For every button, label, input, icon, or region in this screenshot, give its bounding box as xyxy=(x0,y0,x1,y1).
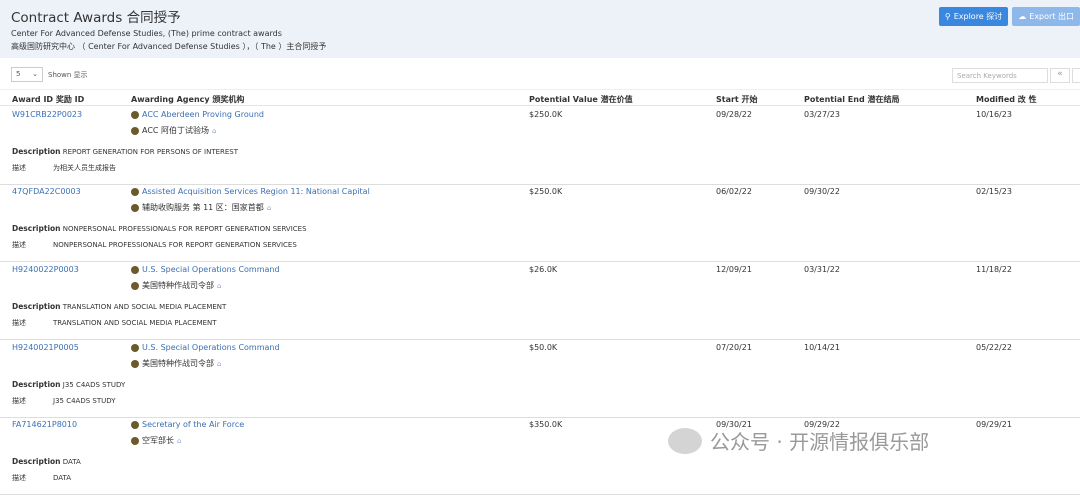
modified-date: 05/22/22 xyxy=(976,343,1012,352)
chevron-down-icon: ⌄ xyxy=(32,70,38,78)
org-chart-icon[interactable]: ⌂ xyxy=(177,437,181,445)
description-label: Description xyxy=(12,224,61,233)
award-id-link[interactable]: H9240022P0003 xyxy=(12,265,79,274)
subtitle-en: Center For Advanced Defense Studies, (Th… xyxy=(11,29,282,38)
col-agency[interactable]: Awarding Agency 颁奖机构 xyxy=(131,94,244,105)
modified-date: 11/18/22 xyxy=(976,265,1012,274)
agency-link[interactable]: U.S. Special Operations Command xyxy=(142,265,280,274)
agency-seal-icon xyxy=(131,265,139,274)
agency-seal-icon xyxy=(131,203,139,212)
wechat-icon xyxy=(668,427,702,454)
col-end[interactable]: Potential End 潜在结局 xyxy=(804,94,899,105)
description-label: Description xyxy=(12,302,61,311)
end-date: 10/14/21 xyxy=(804,343,840,352)
award-id-link[interactable]: FA714621P8010 xyxy=(12,420,77,429)
next-page-button[interactable]: » xyxy=(1072,68,1080,83)
description-label-zh: 描述 xyxy=(12,397,26,405)
start-date: 07/20/21 xyxy=(716,343,752,352)
table-row: H9240021P0005 U.S. Special Operations Co… xyxy=(0,340,1080,418)
modified-date: 02/15/23 xyxy=(976,187,1012,196)
agency-seal-icon xyxy=(131,187,139,196)
description-label: Description xyxy=(12,457,61,466)
col-value[interactable]: Potential Value 潜在价值 xyxy=(529,94,633,105)
agency-link[interactable]: U.S. Special Operations Command xyxy=(142,343,280,352)
end-date: 03/31/22 xyxy=(804,265,840,274)
potential-value: $250.0K xyxy=(529,187,563,196)
page-title: Contract Awards 合同授予 xyxy=(11,10,181,26)
table-header: Award ID 奖励 ID Awarding Agency 颁奖机构 Pote… xyxy=(0,89,1080,106)
org-chart-icon[interactable]: ⌂ xyxy=(267,204,271,212)
award-id-link[interactable]: 47QFDA22C0003 xyxy=(12,187,81,196)
col-award-id[interactable]: Award ID 奖励 ID xyxy=(12,94,84,105)
explore-button[interactable]: ⚲ Explore 探讨 xyxy=(938,7,1009,26)
description-zh: 为相关人员生成报告 xyxy=(53,164,116,172)
description-label-zh: 描述 xyxy=(12,319,26,327)
watermark: 公众号 · 开源情报俱乐部 xyxy=(668,426,929,455)
start-date: 12/09/21 xyxy=(716,265,752,274)
page-header: Contract Awards 合同授予 Center For Advanced… xyxy=(0,0,1080,58)
description: TRANSLATION AND SOCIAL MEDIA PLACEMENT xyxy=(62,303,227,311)
export-label: Export 出口 xyxy=(1029,12,1074,21)
agency-seal-icon xyxy=(131,126,139,135)
start-date: 09/28/22 xyxy=(716,110,752,119)
col-modified[interactable]: Modified 改 性 xyxy=(976,94,1037,105)
shown-label: Shown 显示 xyxy=(48,70,88,79)
description-zh: DATA xyxy=(53,474,72,482)
agency-seal-icon xyxy=(131,343,139,352)
description-label: Description xyxy=(12,147,61,156)
description: NONPERSONAL PROFESSIONALS FOR REPORT GEN… xyxy=(62,225,307,233)
description-label-zh: 描述 xyxy=(12,164,26,172)
table-row: 47QFDA22C0003 Assisted Acquisition Servi… xyxy=(0,184,1080,262)
end-date: 03/27/23 xyxy=(804,110,840,119)
binoculars-icon: ⚲ xyxy=(944,12,951,21)
description-zh: NONPERSONAL PROFESSIONALS FOR REPORT GEN… xyxy=(53,241,297,249)
org-chart-icon[interactable]: ⌂ xyxy=(217,282,221,290)
watermark-text: 公众号 · 开源情报俱乐部 xyxy=(710,430,930,454)
cloud-download-icon: ☁ xyxy=(1018,12,1027,21)
agency-link[interactable]: ACC Aberdeen Proving Ground xyxy=(142,110,264,119)
prev-page-button[interactable]: « xyxy=(1050,68,1070,83)
description-label: Description xyxy=(12,380,61,389)
search-input[interactable]: Search Keywords xyxy=(952,68,1048,83)
agency-link[interactable]: Secretary of the Air Force xyxy=(142,420,244,429)
agency-zh: 空军部长 xyxy=(142,436,174,445)
potential-value: $250.0K xyxy=(529,110,563,119)
award-id-link[interactable]: W91CRB22P0023 xyxy=(12,110,82,119)
export-button[interactable]: ☁ Export 出口 xyxy=(1012,7,1080,26)
agency-zh: ACC 阿伯丁试验场 xyxy=(142,126,210,135)
table-row: W91CRB22P0023 ACC Aberdeen Proving Groun… xyxy=(0,107,1080,185)
start-date: 06/02/22 xyxy=(716,187,752,196)
agency-link[interactable]: Assisted Acquisition Services Region 11:… xyxy=(142,187,370,196)
description-label-zh: 描述 xyxy=(12,474,26,482)
description: REPORT GENERATION FOR PERSONS OF INTERES… xyxy=(62,148,239,156)
agency-seal-icon xyxy=(131,436,139,445)
modified-date: 10/16/23 xyxy=(976,110,1012,119)
potential-value: $26.0K xyxy=(529,265,558,274)
agency-seal-icon xyxy=(131,110,139,119)
table-row: H9240022P0003 U.S. Special Operations Co… xyxy=(0,262,1080,340)
description-zh: J35 C4ADS STUDY xyxy=(53,397,116,405)
end-date: 09/30/22 xyxy=(804,187,840,196)
agency-seal-icon xyxy=(131,281,139,290)
description: DATA xyxy=(62,458,81,466)
org-chart-icon[interactable]: ⌂ xyxy=(212,127,216,135)
potential-value: $350.0K xyxy=(529,420,563,429)
page-size-value: 5 xyxy=(16,70,21,78)
explore-label: Explore 探讨 xyxy=(953,12,1003,21)
agency-zh: 辅助收购服务 第 11 区：国家首都 xyxy=(142,203,264,212)
subtitle-zh: 高级国防研究中心 （ Center For Advanced Defense S… xyxy=(11,42,327,51)
description-label-zh: 描述 xyxy=(12,241,26,249)
agency-zh: 美国特种作战司令部 xyxy=(142,359,214,368)
description: J35 C4ADS STUDY xyxy=(62,381,126,389)
modified-date: 09/29/21 xyxy=(976,420,1012,429)
agency-zh: 美国特种作战司令部 xyxy=(142,281,214,290)
page-size-select[interactable]: 5 ⌄ xyxy=(11,67,43,82)
org-chart-icon[interactable]: ⌂ xyxy=(217,360,221,368)
potential-value: $50.0K xyxy=(529,343,558,352)
agency-seal-icon xyxy=(131,359,139,368)
agency-seal-icon xyxy=(131,420,139,429)
description-zh: TRANSLATION AND SOCIAL MEDIA PLACEMENT xyxy=(53,319,217,327)
award-id-link[interactable]: H9240021P0005 xyxy=(12,343,79,352)
col-start[interactable]: Start 开始 xyxy=(716,94,758,105)
